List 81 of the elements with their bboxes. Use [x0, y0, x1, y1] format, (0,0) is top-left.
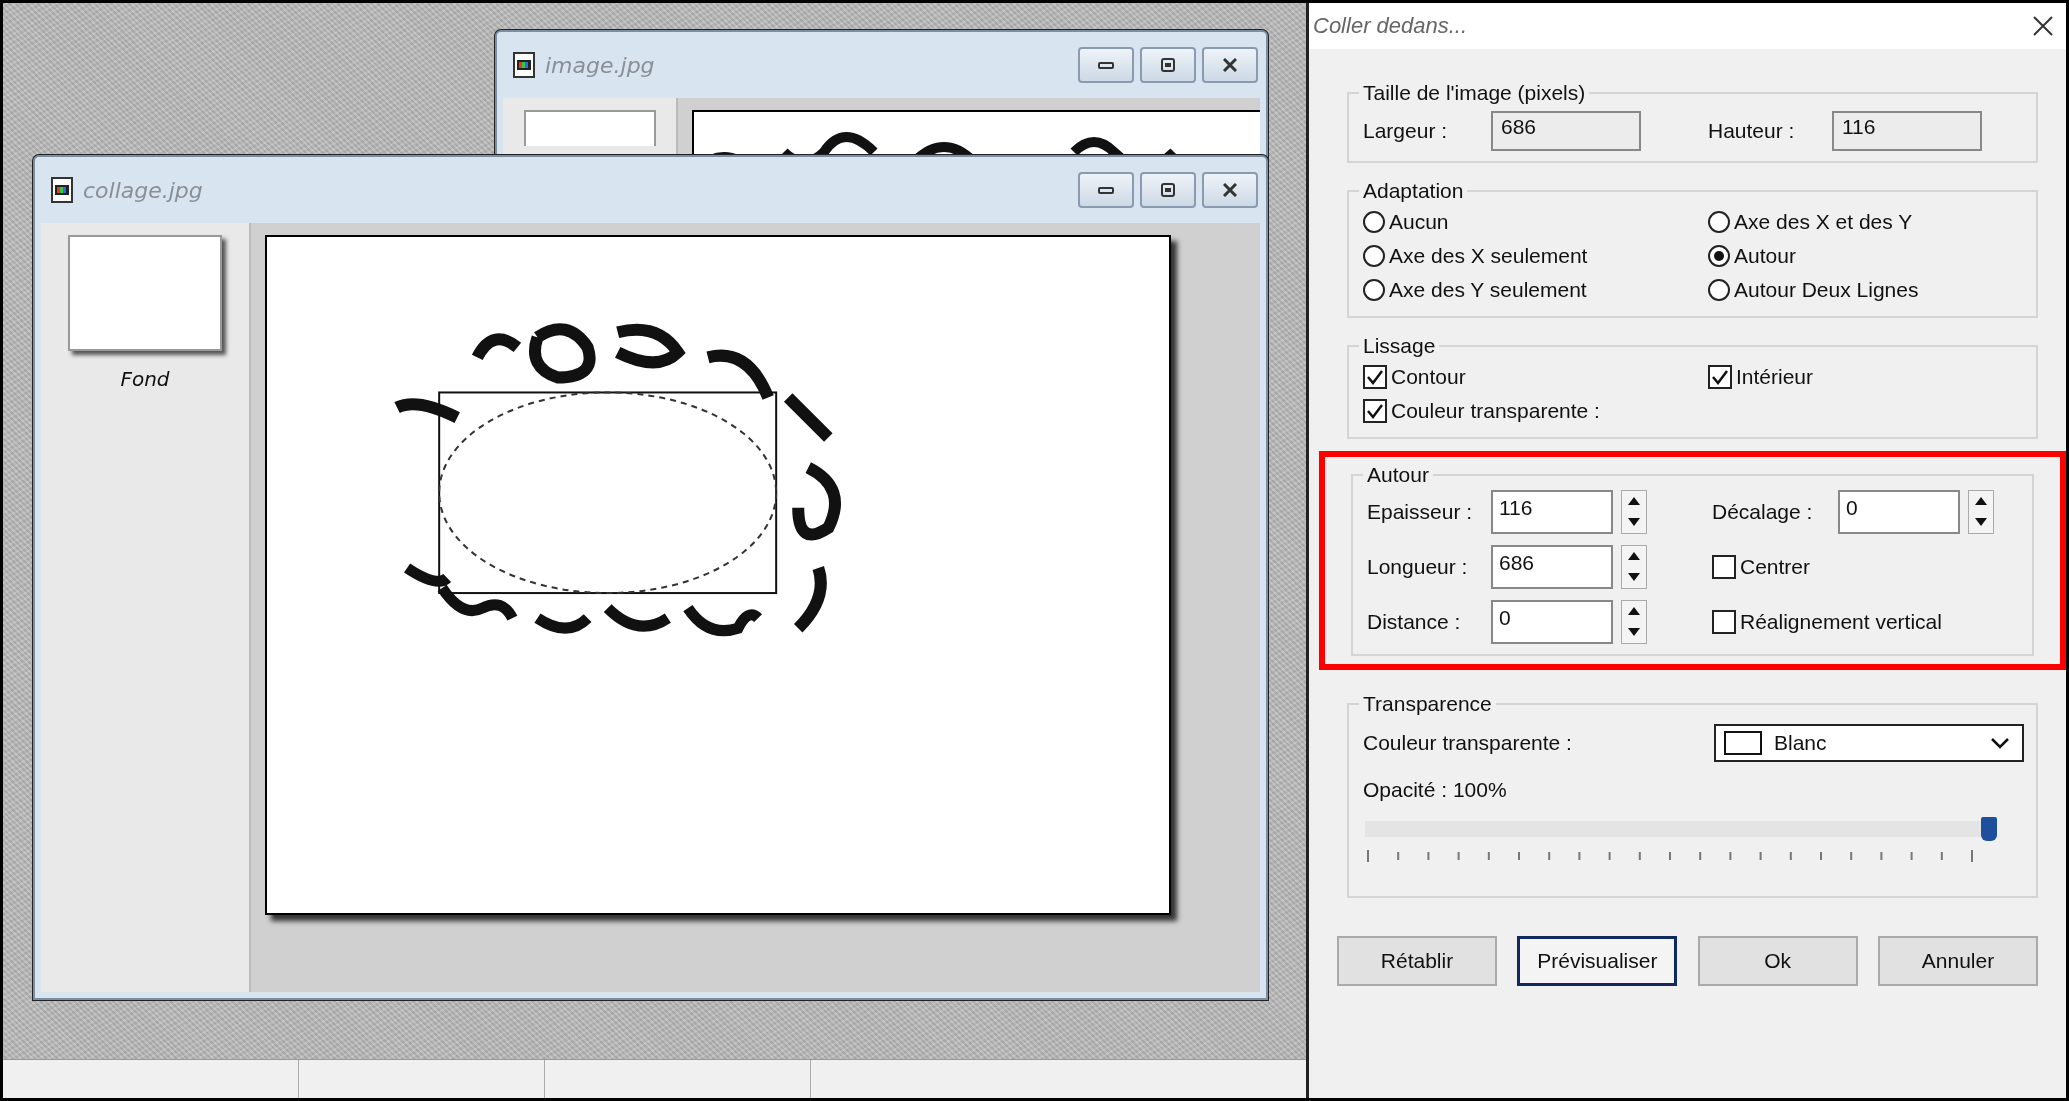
radio-button[interactable]	[1363, 210, 1385, 233]
option-label: Axe des X seulement	[1389, 243, 1588, 268]
field-label: Décalage :	[1712, 499, 1814, 524]
up-arrow-icon	[1628, 607, 1640, 615]
up-arrow-icon	[1628, 552, 1640, 560]
slider-thumb[interactable]	[1981, 817, 1997, 841]
group-label: Autour	[1366, 463, 1430, 487]
radio-button[interactable]	[1708, 244, 1730, 267]
down-arrow-icon	[1628, 518, 1640, 526]
field-label: Longueur :	[1367, 554, 1469, 579]
radio-button[interactable]	[1363, 278, 1385, 301]
spin-buttons[interactable]	[1621, 489, 1647, 534]
radio-button[interactable]	[1708, 278, 1730, 301]
checkbox[interactable]	[1712, 554, 1736, 579]
field-label: Distance :	[1367, 609, 1462, 634]
close-button[interactable]	[1202, 47, 1258, 83]
minimize-icon	[1098, 61, 1114, 69]
chevron-down-icon	[1990, 737, 2010, 749]
checkbox[interactable]	[1712, 609, 1736, 634]
spin-buttons[interactable]	[1621, 544, 1647, 589]
minimize-button[interactable]	[1078, 47, 1134, 83]
close-icon	[1223, 183, 1237, 197]
close-button[interactable]	[1202, 172, 1258, 208]
dialog-button[interactable]: Rétablir	[1337, 936, 1497, 986]
dialog-title: Coller dedans...	[1313, 13, 1469, 39]
radio-button[interactable]	[1708, 210, 1730, 233]
value-field[interactable]: 116	[1832, 111, 1982, 151]
maximize-icon	[1161, 183, 1175, 197]
field-label: Couleur transparente :	[1363, 731, 1572, 755]
field-label: Largeur :	[1363, 119, 1449, 143]
option-label: Centrer	[1740, 554, 1811, 579]
option-label: Intérieur	[1736, 364, 1814, 389]
option-label: Aucun	[1389, 209, 1449, 234]
layer-name: Fond	[120, 367, 170, 391]
layer-thumbnail[interactable]	[68, 235, 222, 351]
option-label: Contour	[1391, 364, 1466, 389]
maximize-button[interactable]	[1140, 47, 1196, 83]
dialog-button[interactable]: Annuler	[1878, 936, 2038, 986]
up-arrow-icon	[1975, 497, 1987, 505]
window-title: image.jpg	[545, 52, 656, 78]
up-arrow-icon	[1628, 497, 1640, 505]
window-title: collage.jpg	[83, 177, 204, 203]
option-label: Couleur transparente :	[1391, 398, 1600, 423]
spin-buttons[interactable]	[1621, 599, 1647, 644]
option-label: Autour Deux Lignes	[1734, 277, 1919, 302]
down-arrow-icon	[1975, 518, 1987, 526]
color-swatch-icon	[1724, 731, 1762, 755]
option-label: Autour	[1734, 243, 1796, 268]
field-label: Hauteur :	[1708, 119, 1796, 143]
dialog-button[interactable]: Ok	[1697, 936, 1858, 986]
number-field[interactable]: 686	[1491, 544, 1613, 589]
number-field[interactable]: 116	[1491, 489, 1613, 534]
spin-buttons[interactable]	[1968, 489, 1994, 534]
checkbox[interactable]	[1708, 364, 1732, 389]
layer-thumbnail[interactable]	[523, 110, 656, 146]
dialog-button[interactable]: Prévisualiser	[1517, 936, 1678, 986]
group-label: Transparence	[1362, 692, 1493, 716]
radio-button[interactable]	[1363, 244, 1385, 267]
maximize-icon	[1161, 58, 1175, 72]
image-file-icon	[513, 52, 535, 78]
down-arrow-icon	[1628, 573, 1640, 581]
group-label: Lissage	[1362, 334, 1437, 358]
color-dropdown[interactable]: Blanc	[1714, 724, 2024, 762]
slider-label: Opacité : 100%	[1363, 778, 1508, 802]
maximize-button[interactable]	[1140, 172, 1196, 208]
checkbox[interactable]	[1363, 398, 1387, 423]
number-field[interactable]: 0	[1838, 489, 1960, 534]
minimize-button[interactable]	[1078, 172, 1134, 208]
group-label: Taille de l'image (pixels)	[1362, 81, 1587, 105]
image-file-icon	[51, 177, 73, 203]
option-label: Axe des Y seulement	[1389, 277, 1587, 302]
minimize-icon	[1098, 186, 1114, 194]
down-arrow-icon	[1628, 628, 1640, 636]
option-label: Axe des X et des Y	[1734, 209, 1913, 234]
option-label: Réalignement vertical	[1740, 609, 1942, 634]
close-icon	[1223, 58, 1237, 72]
number-field[interactable]: 0	[1491, 599, 1613, 644]
value-field[interactable]: 686	[1491, 111, 1641, 151]
group-label: Adaptation	[1362, 179, 1465, 203]
field-label: Epaisseur :	[1367, 499, 1474, 524]
checkbox[interactable]	[1363, 364, 1387, 389]
